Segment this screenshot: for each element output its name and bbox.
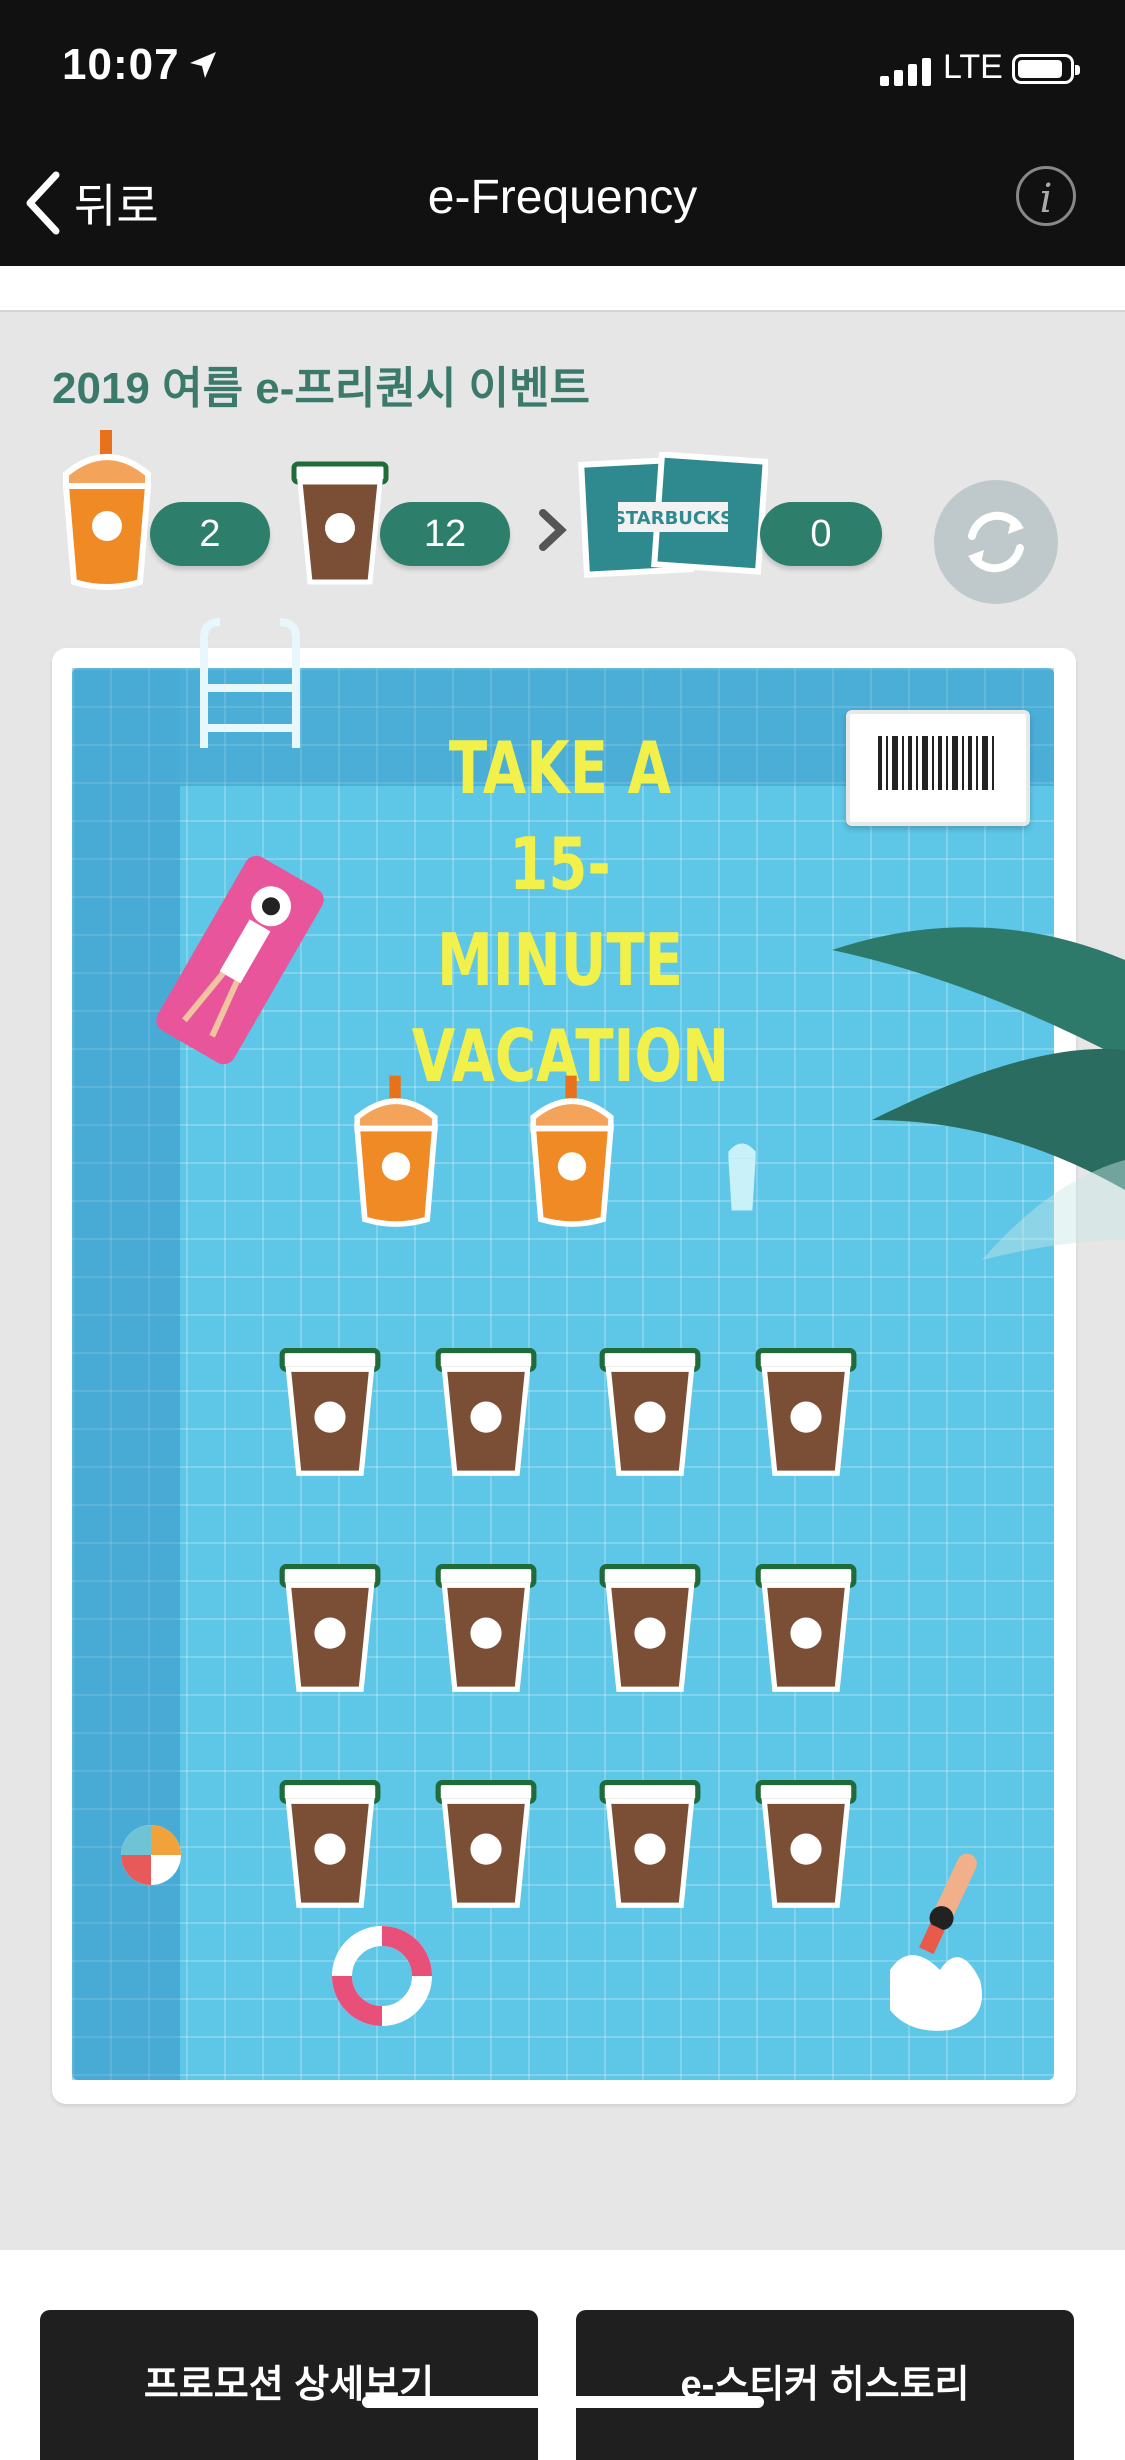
battery-icon	[1012, 54, 1080, 84]
sticker-count: 0	[760, 502, 882, 566]
regular-cup-filled-icon	[279, 1347, 381, 1476]
regular-cup-filled-icon	[755, 1347, 857, 1476]
refresh-button[interactable]	[934, 480, 1058, 604]
regular-beverage-icon	[291, 461, 389, 585]
regular-cup-filled-icon	[279, 1779, 381, 1908]
headline-line-2: 15-MINUTE	[436, 822, 684, 1002]
refresh-icon	[968, 511, 1024, 573]
network-label: LTE	[943, 48, 1003, 86]
headline: TAKE A 15-MINUTE VACATION	[412, 720, 729, 1104]
beach-ball-icon	[121, 1825, 181, 1885]
regular-cup-filled-icon	[599, 1347, 701, 1476]
location-arrow-icon	[190, 52, 216, 78]
signal-icon	[880, 58, 931, 86]
page-title: e-Frequency	[427, 171, 698, 224]
regular-count: 12	[380, 502, 510, 566]
mission-cup-filled-icon	[354, 1075, 438, 1227]
regular-cup-filled-icon	[755, 1563, 857, 1692]
swimmer-icon	[890, 1853, 982, 2031]
palm-leaf-icon	[832, 927, 1125, 1260]
sticker-card-icon: STARBUCKS	[578, 452, 768, 578]
swim-ring-icon	[332, 1926, 432, 2026]
regular-cup-filled-icon	[435, 1347, 537, 1476]
barcode-icon[interactable]	[846, 710, 1030, 826]
regular-cup-filled-icon	[599, 1563, 701, 1692]
mission-beverage-icon	[62, 430, 152, 590]
status-bar: 10:07 LTE	[0, 0, 1125, 140]
regular-cup-filled-icon	[435, 1563, 537, 1692]
pool-float-icon	[156, 855, 324, 1065]
mission-count: 2	[150, 502, 270, 566]
mission-cup-empty-icon	[728, 1143, 756, 1211]
regular-cup-filled-icon	[755, 1779, 857, 1908]
event-title: 2019 여름 e-프리퀀시 이벤트	[52, 364, 590, 413]
regular-cup-filled-icon	[279, 1563, 381, 1692]
info-icon[interactable]: i	[1016, 166, 1076, 226]
status-time: 10:07	[62, 40, 180, 89]
pool-ladder-icon	[200, 618, 300, 748]
sticker-text: STARBUCKS	[613, 508, 733, 529]
nav-bar: 뒤로 e-Frequency i	[0, 140, 1125, 266]
chevron-right-icon	[539, 509, 567, 551]
headline-line-1: TAKE A	[448, 726, 672, 810]
regular-cup-filled-icon	[599, 1779, 701, 1908]
regular-cup-filled-icon	[435, 1779, 537, 1908]
home-indicator	[362, 2396, 764, 2408]
mission-cup-filled-icon	[530, 1075, 614, 1227]
promotion-details-button[interactable]: 프로모션 상세보기	[40, 2310, 538, 2460]
sticker-history-button[interactable]: e-스티커 히스토리	[576, 2310, 1074, 2460]
